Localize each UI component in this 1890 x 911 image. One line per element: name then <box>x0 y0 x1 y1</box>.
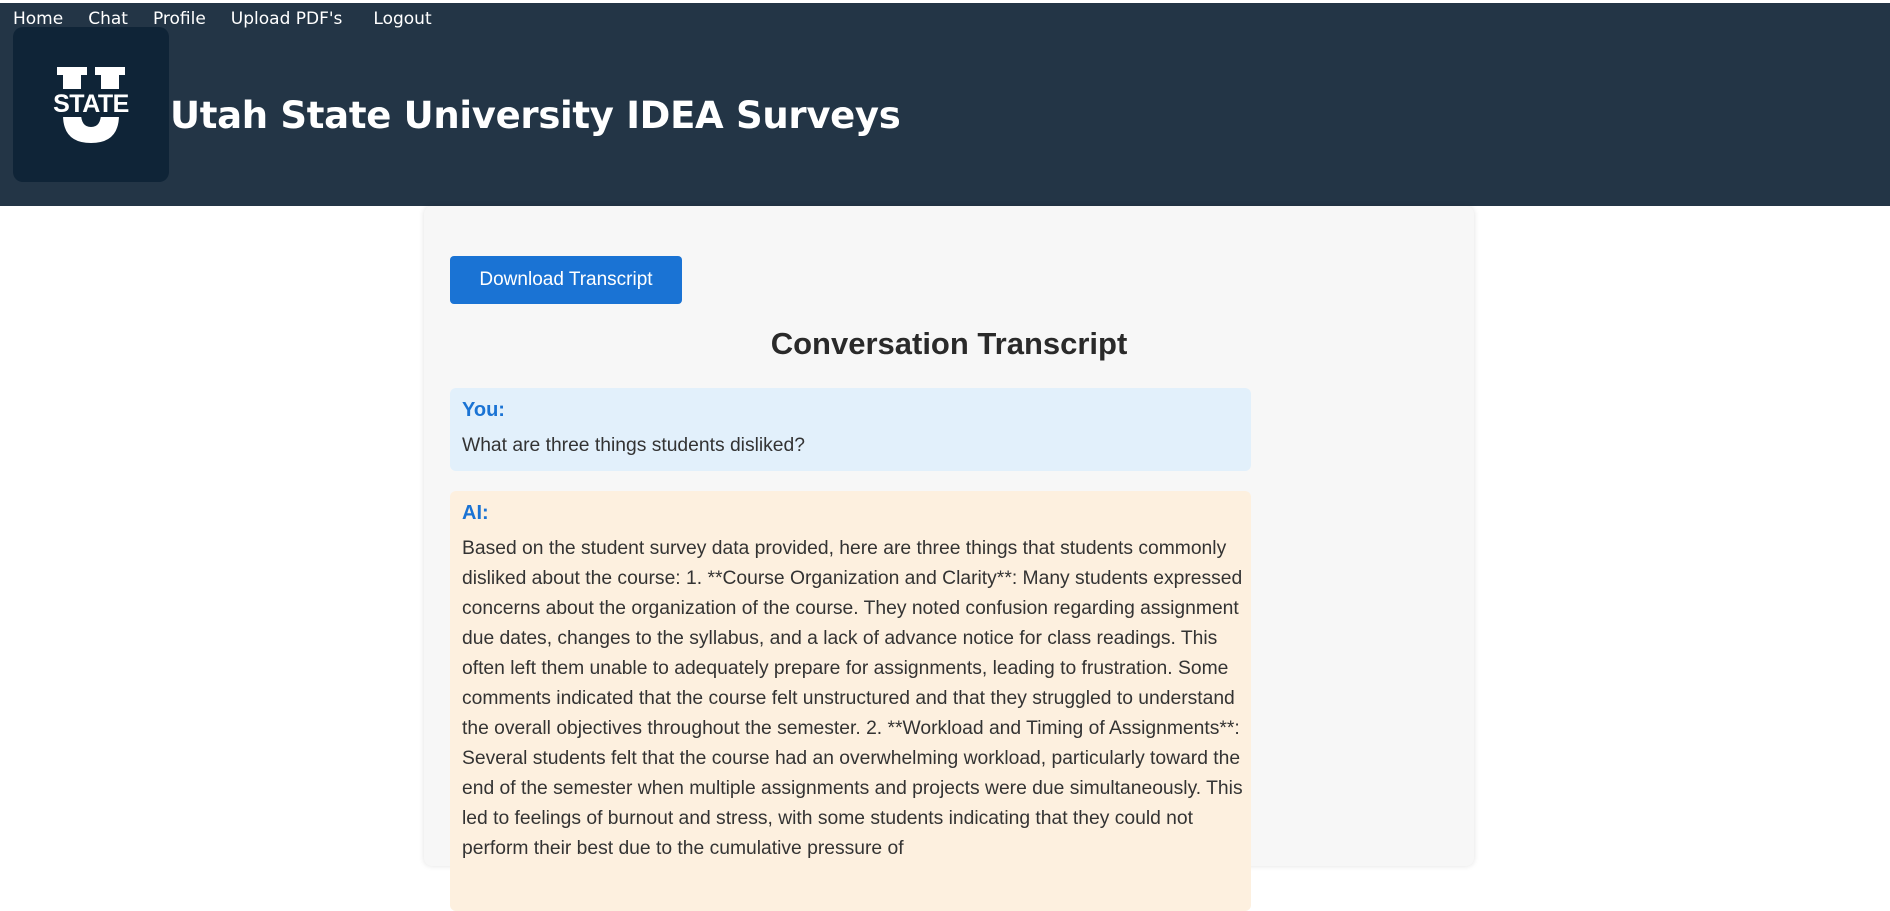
nav-upload-pdfs-link[interactable]: Upload PDF's <box>231 9 343 29</box>
message-speaker-user: You: <box>462 399 505 421</box>
nav-logout-link[interactable]: Logout <box>373 9 431 29</box>
usu-logo[interactable]: STATE <box>13 27 169 182</box>
ai-message: AI: Based on the student survey data pro… <box>450 491 1251 911</box>
page-title: Conversation Transcript <box>770 326 1128 361</box>
message-text-user: What are three things students disliked? <box>462 435 805 456</box>
nav-home-link[interactable]: Home <box>13 9 63 29</box>
usu-u-state-icon: STATE <box>45 67 137 143</box>
user-message: You: What are three things students disl… <box>450 388 1251 471</box>
download-transcript-button[interactable]: Download Transcript <box>450 256 682 304</box>
site-title: Utah State University IDEA Surveys <box>170 94 901 137</box>
logo-state-text: STATE <box>53 90 129 118</box>
site-header: Home Chat Profile Upload PDF's Logout ST… <box>0 3 1890 206</box>
message-text-ai: Based on the student survey data provide… <box>462 538 1243 859</box>
nav-profile-link[interactable]: Profile <box>153 9 206 29</box>
transcript-panel: Download Transcript Conversation Transcr… <box>424 206 1474 911</box>
message-speaker-ai: AI: <box>462 502 489 524</box>
nav-chat-link[interactable]: Chat <box>88 9 128 29</box>
